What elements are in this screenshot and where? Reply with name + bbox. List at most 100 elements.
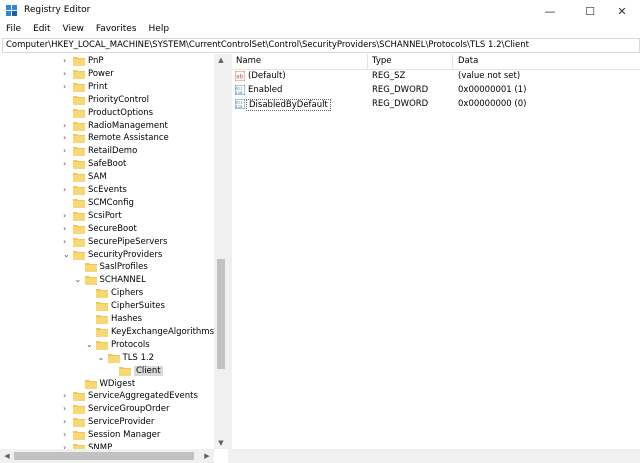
scroll-left-icon[interactable]: ◀ [0,450,14,462]
chevron-down-icon[interactable]: ⌄ [75,275,82,284]
value-type: REG_DWORD [372,85,429,95]
folder-icon [73,160,85,170]
tree-item[interactable]: CipherSuites [0,300,214,313]
tree-item[interactable]: › PnP [0,55,214,68]
tree-item[interactable]: Client [0,365,214,378]
key-tree: › PnP › Power › Print PriorityControl ProductOp… [0,54,228,463]
folder-icon [73,224,85,234]
tree-item-label: SecurityProviders [88,249,163,260]
chevron-right-icon[interactable]: › [63,185,66,194]
maximize-button[interactable]: ☐ [572,0,608,22]
tree-item[interactable]: ⌄ SecurityProviders [0,249,214,262]
value-row-default[interactable]: ab (Default) REG_SZ (value not set) [232,70,640,84]
minimize-button[interactable]: — [532,0,568,22]
column-data[interactable]: Data [458,56,478,66]
tree-item[interactable]: ⌄ TLS 1.2 [0,352,214,365]
tree-item[interactable]: › Print [0,81,214,94]
tree-item[interactable]: ⌄ SCHANNEL [0,274,214,287]
folder-icon [84,276,97,286]
chevron-right-icon[interactable]: › [63,56,66,65]
address-path[interactable]: Computer\HKEY_LOCAL_MACHINE\SYSTEM\Curre… [6,40,529,50]
menu-edit[interactable]: Edit [27,22,56,37]
tree-item[interactable]: › SafeBoot [0,158,214,171]
tree-item-label: RetailDemo [88,146,138,157]
tree-item[interactable]: › Power [0,68,214,81]
folder-icon [96,315,108,324]
column-type[interactable]: Type [372,56,392,66]
tree-item[interactable]: › RetailDemo [0,145,214,158]
chevron-down-icon[interactable]: ⌄ [98,353,105,362]
tree-hscroll-thumb[interactable] [14,452,194,460]
chevron-right-icon[interactable]: › [63,224,66,233]
menu-file[interactable]: File [0,22,27,37]
chevron-right-icon[interactable]: › [63,133,66,142]
tree-item[interactable]: SCMConfig [0,197,214,210]
tree-item[interactable]: › ScsiPort [0,210,214,223]
menu-view[interactable]: View [57,22,90,37]
chevron-right-icon[interactable]: › [63,430,66,439]
chevron-right-icon[interactable]: › [63,404,66,413]
chevron-down-icon[interactable]: ⌄ [86,340,93,349]
address-bar[interactable]: Computer\HKEY_LOCAL_MACHINE\SYSTEM\Curre… [2,38,640,53]
maximize-icon: ☐ [585,4,595,18]
chevron-right-icon[interactable]: › [63,82,66,91]
chevron-right-icon[interactable]: › [63,146,66,155]
tree-item[interactable]: Ciphers [0,287,214,300]
value-name: Enabled [248,85,283,95]
value-data: (value not set) [458,71,521,81]
tree-item[interactable]: › ServiceGroupOrder [0,403,214,416]
tree-item-label: Session Manager [88,430,161,441]
tree-item[interactable]: › Session Manager [0,429,214,442]
menu-favorites[interactable]: Favorites [90,22,143,37]
tree-item-label: CipherSuites [111,301,165,312]
tree-item[interactable]: › ScEvents [0,184,214,197]
tree-item[interactable]: SaslProfiles [0,261,214,274]
folder-icon [73,250,85,260]
chevron-right-icon[interactable]: › [63,237,66,246]
column-divider[interactable] [452,54,453,69]
tree-scroll-thumb[interactable] [217,259,225,369]
tree-item[interactable]: › SecurePipeServers [0,236,214,249]
tree-item[interactable]: ⌄ Protocols [0,339,214,352]
chevron-down-icon[interactable]: ⌄ [63,250,70,259]
menu-help[interactable]: Help [143,22,176,37]
tree-item-label: SaslProfiles [99,262,148,273]
column-name[interactable]: Name [236,56,261,66]
value-name: (Default) [248,71,286,81]
tree-item[interactable]: › ServiceProvider [0,416,214,429]
tree-item[interactable]: SAM [0,171,214,184]
chevron-right-icon[interactable]: › [63,159,66,168]
tree-item[interactable]: WDigest [0,378,214,391]
tree-item[interactable]: PriorityControl [0,94,214,107]
column-divider[interactable] [367,54,368,69]
tree-item[interactable]: › RadioManagement [0,120,214,133]
tree-item[interactable]: Hashes [0,313,214,326]
folder-icon [73,108,85,118]
chevron-right-icon[interactable]: › [63,391,66,400]
chevron-right-icon[interactable]: › [63,121,66,130]
value-row-enabled[interactable]: 011 110 Enabled REG_DWORD 0x00000001 (1) [232,84,640,98]
tree-item-label: SecurePipeServers [88,236,168,247]
chevron-right-icon[interactable]: › [63,417,66,426]
tree-item-label: PriorityControl [88,94,149,105]
chevron-right-icon[interactable]: › [63,69,66,78]
tree-item[interactable]: › Remote Assistance [0,132,214,145]
tree-item-label: SafeBoot [88,159,127,170]
scroll-up-icon[interactable]: ▲ [214,54,228,66]
tree-item[interactable]: KeyExchangeAlgorithms [0,326,214,339]
tree-item[interactable]: › ServiceAggregatedEvents [0,390,214,403]
tree-horizontal-scrollbar[interactable]: ◀ ▶ [0,449,214,463]
tree-item[interactable]: › SecureBoot [0,223,214,236]
chevron-right-icon[interactable]: › [63,211,66,220]
tree-vertical-scrollbar[interactable]: ▲ ▼ [214,54,228,449]
value-name: DisabledByDefault [246,99,331,111]
scroll-right-icon[interactable]: ▶ [200,450,214,462]
title-bar: Registry Editor — ☐ ✕ [0,0,640,22]
value-row-disabledbydefault[interactable]: 011 110 DisabledByDefault REG_DWORD 0x00… [232,98,640,112]
scroll-down-icon[interactable]: ▼ [214,437,228,449]
close-button[interactable]: ✕ [604,0,640,22]
tree-item-label: Print [88,81,108,92]
folder-icon [73,211,85,221]
folder-icon [73,57,85,66]
tree-item[interactable]: ProductOptions [0,107,214,120]
